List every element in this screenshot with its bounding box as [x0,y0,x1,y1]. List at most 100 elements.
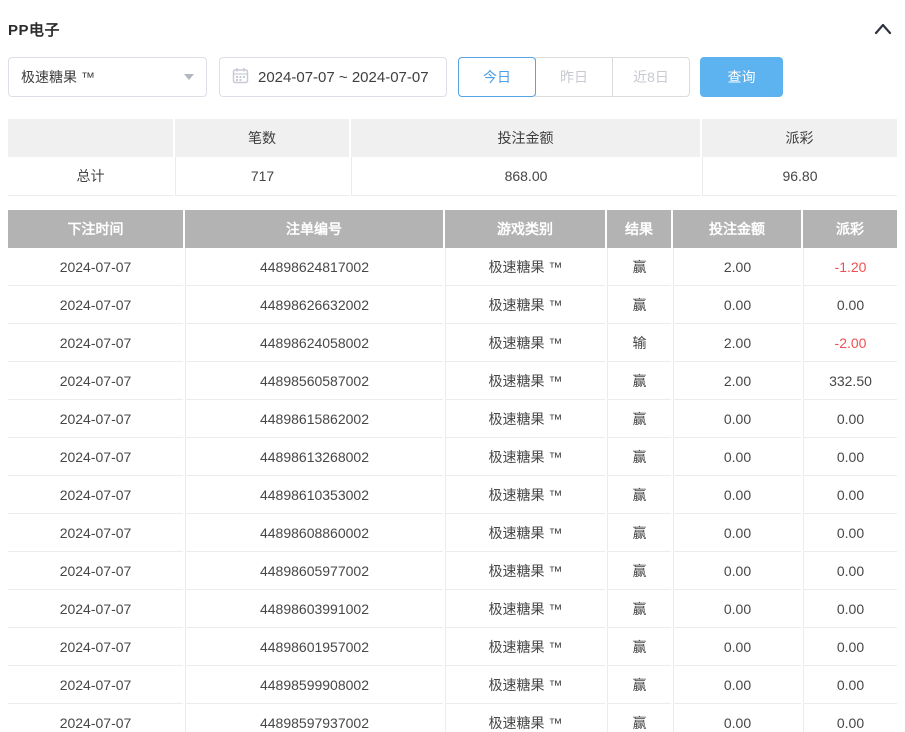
game-type-cell: 极速糖果 ™ [445,666,605,704]
filter-bar: 极速糖果 ™ 2024-07-07 ~ 2024-07-07 [8,57,897,97]
game-type-cell: 极速糖果 ™ [445,704,605,732]
table-row: 2024-07-0744898601957002极速糖果 ™赢0.000.00 [8,628,897,666]
calendar-icon [232,67,249,88]
bet-id-cell: 44898603991002 [185,590,443,628]
result-cell: 赢 [607,514,671,552]
today-button[interactable]: 今日 [458,57,536,97]
result-cell: 赢 [607,552,671,590]
collapse-toggle[interactable] [871,18,895,42]
header-bet-id: 注单编号 [185,210,443,248]
table-row: 2024-07-0744898610353002极速糖果 ™赢0.000.00 [8,476,897,514]
chevron-down-icon [184,74,194,80]
quick-range-group: 今日 昨日 近8日 [458,57,690,97]
bet-time-cell: 2024-07-07 [8,400,183,438]
game-type-cell: 极速糖果 ™ [445,324,605,362]
bet-time-cell: 2024-07-07 [8,590,183,628]
bet-amount-cell: 0.00 [673,552,801,590]
bet-time-cell: 2024-07-07 [8,438,183,476]
table-row: 2024-07-0744898599908002极速糖果 ™赢0.000.00 [8,666,897,704]
bet-table-header: 下注时间 注单编号 游戏类别 结果 投注金额 派彩 [8,210,897,248]
summary-header-count: 笔数 [175,119,349,157]
summary-total-row: 总计 717 868.00 96.80 [8,157,897,196]
table-row: 2024-07-0744898624817002极速糖果 ™赢2.00-1.20 [8,248,897,286]
bet-amount-cell: 0.00 [673,590,801,628]
game-type-cell: 极速糖果 ™ [445,514,605,552]
bet-id-cell: 44898624817002 [185,248,443,286]
bet-time-cell: 2024-07-07 [8,514,183,552]
payout-cell: 0.00 [803,628,897,666]
result-cell: 赢 [607,476,671,514]
table-row: 2024-07-0744898613268002极速糖果 ™赢0.000.00 [8,438,897,476]
header-result: 结果 [607,210,671,248]
result-cell: 赢 [607,248,671,286]
header-bet-time: 下注时间 [8,210,183,248]
game-type-cell: 极速糖果 ™ [445,248,605,286]
bet-id-cell: 44898624058002 [185,324,443,362]
header-game-type: 游戏类别 [445,210,605,248]
summary-total-label: 总计 [8,157,173,196]
bet-amount-cell: 0.00 [673,476,801,514]
bet-id-cell: 44898560587002 [185,362,443,400]
bet-time-cell: 2024-07-07 [8,476,183,514]
summary-payout-value: 96.80 [702,157,897,196]
table-row: 2024-07-0744898624058002极速糖果 ™输2.00-2.00 [8,324,897,362]
game-type-cell: 极速糖果 ™ [445,362,605,400]
bet-amount-cell: 2.00 [673,324,801,362]
table-row: 2024-07-0744898605977002极速糖果 ™赢0.000.00 [8,552,897,590]
game-select-value: 极速糖果 ™ [21,67,95,87]
game-select[interactable]: 极速糖果 ™ [8,57,207,97]
query-button[interactable]: 查询 [700,57,783,97]
bet-id-cell: 44898608860002 [185,514,443,552]
bet-table-body: 2024-07-0744898624817002极速糖果 ™赢2.00-1.20… [8,248,897,732]
bet-amount-cell: 0.00 [673,666,801,704]
chevron-up-icon [874,22,892,38]
header-bet-amount: 投注金额 [673,210,801,248]
date-range-input[interactable]: 2024-07-07 ~ 2024-07-07 [219,57,447,97]
table-row: 2024-07-0744898597937002极速糖果 ™赢0.000.00 [8,704,897,732]
panel-title: PP电子 [8,19,60,40]
bet-amount-cell: 0.00 [673,514,801,552]
header-payout: 派彩 [803,210,897,248]
bet-amount-cell: 0.00 [673,400,801,438]
game-type-cell: 极速糖果 ™ [445,476,605,514]
yesterday-button[interactable]: 昨日 [535,57,613,97]
result-cell: 赢 [607,438,671,476]
bet-amount-cell: 0.00 [673,438,801,476]
bet-time-cell: 2024-07-07 [8,666,183,704]
result-cell: 赢 [607,628,671,666]
game-type-cell: 极速糖果 ™ [445,552,605,590]
result-cell: 赢 [607,400,671,438]
summary-header-bet-amount: 投注金额 [351,119,700,157]
payout-cell: -2.00 [803,324,897,362]
table-row: 2024-07-0744898560587002极速糖果 ™赢2.00332.5… [8,362,897,400]
table-row: 2024-07-0744898608860002极速糖果 ™赢0.000.00 [8,514,897,552]
game-type-cell: 极速糖果 ™ [445,628,605,666]
bet-amount-cell: 2.00 [673,362,801,400]
bet-records-table: 下注时间 注单编号 游戏类别 结果 投注金额 派彩 2024-07-074489… [8,210,897,732]
bet-id-cell: 44898610353002 [185,476,443,514]
date-range-value: 2024-07-07 ~ 2024-07-07 [258,69,429,86]
bet-time-cell: 2024-07-07 [8,552,183,590]
bet-time-cell: 2024-07-07 [8,248,183,286]
bet-id-cell: 44898601957002 [185,628,443,666]
last-8-days-button[interactable]: 近8日 [612,57,690,97]
bet-amount-cell: 2.00 [673,248,801,286]
bet-id-cell: 44898613268002 [185,438,443,476]
bet-time-cell: 2024-07-07 [8,362,183,400]
bet-amount-cell: 0.00 [673,704,801,732]
bet-time-cell: 2024-07-07 [8,324,183,362]
summary-table: 笔数 投注金额 派彩 总计 717 868.00 96.80 [8,119,897,196]
summary-header-blank [8,119,173,157]
table-row: 2024-07-0744898615862002极速糖果 ™赢0.000.00 [8,400,897,438]
table-row: 2024-07-0744898626632002极速糖果 ™赢0.000.00 [8,286,897,324]
table-row: 2024-07-0744898603991002极速糖果 ™赢0.000.00 [8,590,897,628]
bet-amount-cell: 0.00 [673,628,801,666]
payout-cell: 0.00 [803,514,897,552]
summary-count-value: 717 [175,157,349,196]
bet-time-cell: 2024-07-07 [8,286,183,324]
result-cell: 赢 [607,704,671,732]
bet-amount-cell: 0.00 [673,286,801,324]
payout-cell: 0.00 [803,476,897,514]
payout-cell: 332.50 [803,362,897,400]
result-cell: 输 [607,324,671,362]
